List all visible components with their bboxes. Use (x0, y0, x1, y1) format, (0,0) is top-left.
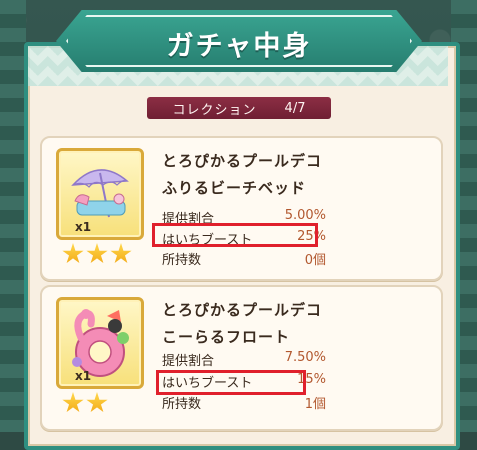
stat-owned-row: 所持数 1個 (162, 393, 326, 412)
item-name-line1: とろぴかるプールデコ (162, 301, 323, 319)
flamingo-float-icon (72, 309, 129, 377)
item-name-line2: こーらるフロート (162, 328, 291, 346)
highlight-box (152, 223, 318, 247)
collection-label: コレクション (172, 102, 257, 118)
star-icon (110, 243, 132, 264)
star-icon (62, 243, 84, 264)
gacha-item-card[interactable]: x1 とろぴかるプールデコ ふりるビーチベッド 提供割合 5.00% はいちブー… (40, 136, 443, 281)
stat-value: 7.50% (284, 350, 326, 365)
rarity-stars (62, 243, 132, 265)
star-icon (86, 392, 108, 413)
item-name-line1: とろぴかるプールデコ (162, 152, 323, 170)
item-quantity: x1 (75, 369, 92, 383)
stat-label: 所持数 (162, 397, 202, 412)
gacha-item-card[interactable]: x1 とろぴかるプールデコ こーらるフロート 提供割合 7.50% はいちブース… (40, 285, 443, 431)
stat-label: 所持数 (162, 253, 202, 268)
stat-value: 1個 (304, 397, 326, 412)
left-border-decoration (0, 0, 26, 432)
star-icon (62, 392, 84, 413)
rarity-stars (62, 392, 108, 414)
item-name: とろぴかるプールデコ こーらるフロート (162, 297, 322, 351)
title-banner: ガチャ中身 (56, 10, 422, 72)
page-title: ガチャ中身 (166, 31, 312, 62)
stat-owned-row: 所持数 0個 (162, 249, 326, 268)
stat-value: 0個 (304, 253, 326, 268)
item-thumbnail: x1 (56, 297, 144, 389)
parasol-beach-bed-icon (71, 169, 129, 218)
highlight-box (156, 370, 306, 395)
star-icon (86, 243, 108, 264)
item-thumbnail: x1 (56, 148, 144, 240)
item-name-line2: ふりるビーチベッド (162, 179, 307, 197)
stat-rate-row: 提供割合 7.50% (162, 350, 326, 369)
item-name: とろぴかるプールデコ ふりるビーチベッド (162, 148, 322, 202)
item-quantity: x1 (75, 220, 92, 234)
collection-progress: 4/7 (284, 100, 306, 116)
collection-bar: コレクション 4/7 (147, 97, 331, 119)
stat-label: 提供割合 (162, 354, 215, 369)
